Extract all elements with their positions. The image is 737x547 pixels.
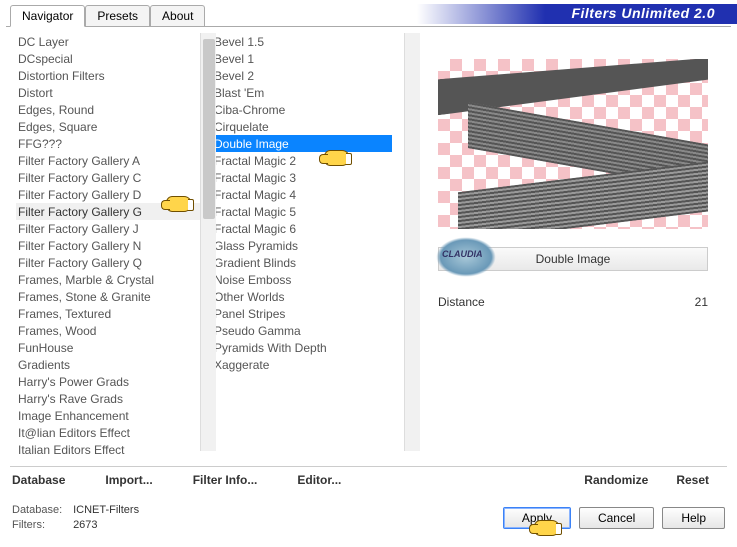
filter-item[interactable]: Fractal Magic 4	[212, 186, 392, 203]
filter-item[interactable]: Noise Emboss	[212, 271, 392, 288]
filter-item[interactable]: Glass Pyramids	[212, 237, 392, 254]
filter-item[interactable]: Fractal Magic 5	[212, 203, 392, 220]
category-item[interactable]: Filter Factory Gallery J	[16, 220, 202, 237]
category-item[interactable]: Filter Factory Gallery G	[16, 203, 202, 220]
dialog-buttons: Apply Cancel Help	[503, 507, 725, 529]
filter-item[interactable]: Pseudo Gamma	[212, 322, 392, 339]
navigator-panel: DC LayerDCspecialDistortion FiltersDisto…	[6, 26, 731, 486]
param-value: 21	[695, 295, 708, 309]
watermark-badge	[436, 237, 496, 277]
filter-scrollbar[interactable]	[404, 33, 420, 451]
filter-item[interactable]: Panel Stripes	[212, 305, 392, 322]
panel-buttons-right: Randomize Reset	[584, 473, 709, 487]
param-distance[interactable]: Distance 21	[438, 295, 708, 309]
category-item[interactable]: DCspecial	[16, 50, 202, 67]
filter-list[interactable]: Bevel 1.5Bevel 1Bevel 2Blast 'EmCiba-Chr…	[202, 27, 392, 457]
filter-item[interactable]: Pyramids With Depth	[212, 339, 392, 356]
filter-item[interactable]: Gradient Blinds	[212, 254, 392, 271]
import-button[interactable]: Import...	[105, 473, 152, 487]
category-item[interactable]: Filter Factory Gallery D	[16, 186, 202, 203]
category-item[interactable]: Frames, Marble & Crystal	[16, 271, 202, 288]
param-name: Distance	[438, 295, 485, 309]
category-item[interactable]: Image Enhancement	[16, 407, 202, 424]
filter-item[interactable]: Bevel 1	[212, 50, 392, 67]
filter-item[interactable]: Xaggerate	[212, 356, 392, 373]
database-button[interactable]: Database	[12, 473, 65, 487]
category-item[interactable]: Harry's Power Grads	[16, 373, 202, 390]
apply-button[interactable]: Apply	[503, 507, 571, 529]
filter-item[interactable]: Cirquelate	[212, 118, 392, 135]
category-item[interactable]: FFG???	[16, 135, 202, 152]
category-item[interactable]: Frames, Wood	[16, 322, 202, 339]
tab-navigator[interactable]: Navigator	[10, 5, 85, 27]
category-item[interactable]: Harry's Rave Grads	[16, 390, 202, 407]
category-item[interactable]: Edges, Square	[16, 118, 202, 135]
reset-button[interactable]: Reset	[676, 473, 709, 487]
panel-buttons-left: Database Import... Filter Info... Editor…	[12, 473, 341, 487]
category-list[interactable]: DC LayerDCspecialDistortion FiltersDisto…	[6, 27, 202, 457]
filter-info-button[interactable]: Filter Info...	[193, 473, 258, 487]
category-item[interactable]: FunHouse	[16, 339, 202, 356]
category-item[interactable]: It@lian Editors Effect	[16, 424, 202, 441]
help-button[interactable]: Help	[662, 507, 725, 529]
category-item[interactable]: Frames, Stone & Granite	[16, 288, 202, 305]
category-item[interactable]: Filter Factory Gallery Q	[16, 254, 202, 271]
randomize-button[interactable]: Randomize	[584, 473, 648, 487]
filter-item[interactable]: Other Worlds	[212, 288, 392, 305]
filter-item[interactable]: Fractal Magic 6	[212, 220, 392, 237]
separator	[10, 466, 727, 467]
category-item[interactable]: Italian Editors Effect	[16, 441, 202, 458]
tab-about[interactable]: About	[150, 5, 205, 27]
preview-image	[438, 59, 708, 229]
category-item[interactable]: Filter Factory Gallery A	[16, 152, 202, 169]
category-item[interactable]: Distortion Filters	[16, 67, 202, 84]
filter-item[interactable]: Ciba-Chrome	[212, 101, 392, 118]
category-item[interactable]: Gradients	[16, 356, 202, 373]
filter-item[interactable]: Fractal Magic 3	[212, 169, 392, 186]
category-item[interactable]: Filter Factory Gallery N	[16, 237, 202, 254]
editor-button[interactable]: Editor...	[297, 473, 341, 487]
status-db-value: ICNET-Filters	[73, 504, 139, 516]
category-item[interactable]: Distort	[16, 84, 202, 101]
category-scrollbar[interactable]	[200, 33, 216, 451]
category-item[interactable]: DC Layer	[16, 33, 202, 50]
status-bar: Database: ICNET-Filters Filters: 2673	[12, 503, 139, 533]
tab-presets[interactable]: Presets	[85, 5, 150, 27]
filter-item[interactable]: Bevel 1.5	[212, 33, 392, 50]
app-title: Filters Unlimited 2.0	[417, 4, 737, 24]
filter-item[interactable]: Fractal Magic 2	[212, 152, 392, 169]
filter-item[interactable]: Bevel 2	[212, 67, 392, 84]
category-item[interactable]: Filter Factory Gallery C	[16, 169, 202, 186]
filter-item[interactable]: Double Image	[212, 135, 392, 152]
category-item[interactable]: Edges, Round	[16, 101, 202, 118]
status-filters-label: Filters:	[12, 518, 70, 533]
category-item[interactable]: Frames, Textured	[16, 305, 202, 322]
cancel-button[interactable]: Cancel	[579, 507, 654, 529]
status-db-label: Database:	[12, 503, 70, 518]
filter-item[interactable]: Blast 'Em	[212, 84, 392, 101]
status-filters-value: 2673	[73, 519, 97, 531]
